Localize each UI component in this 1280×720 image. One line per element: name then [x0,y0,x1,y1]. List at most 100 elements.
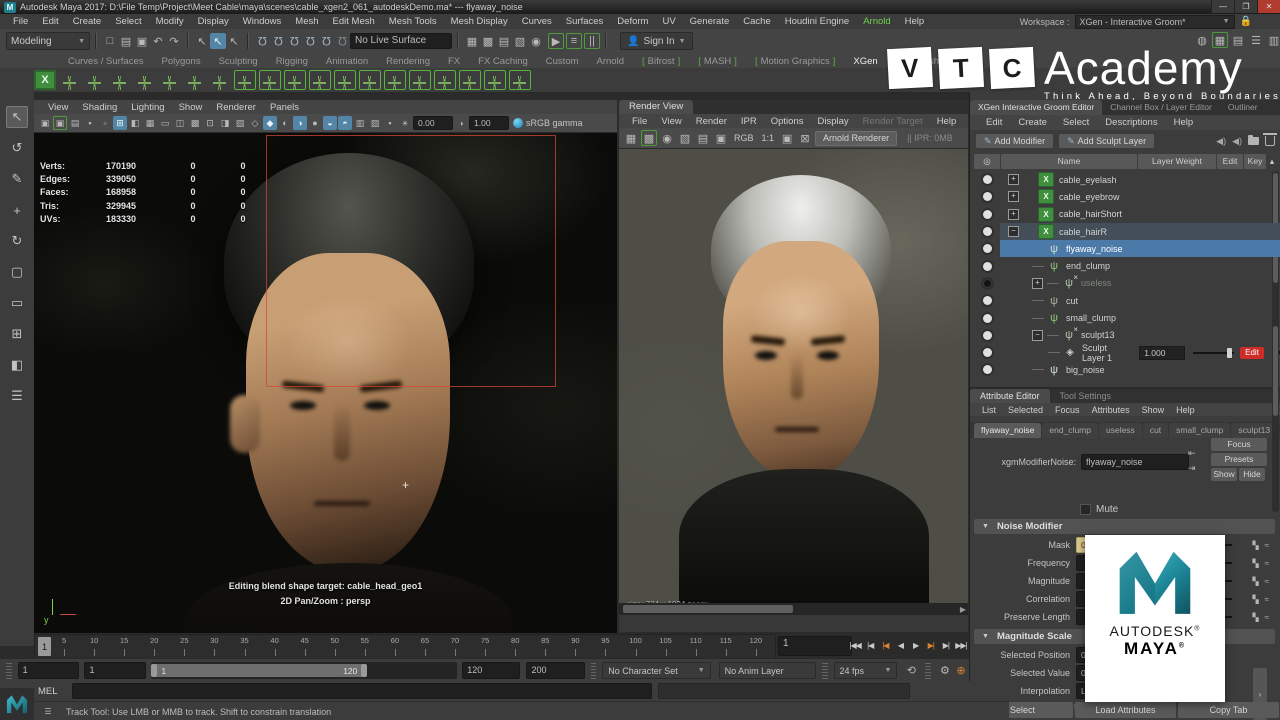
render-view-menu-item[interactable]: IPR [734,116,764,127]
pane-layout-icon[interactable]: ◧ [6,354,28,376]
shelf-tab[interactable]: Custom [538,55,587,68]
drag-handle[interactable] [591,663,597,679]
copy-tab-button[interactable]: Copy Tab [1178,702,1279,718]
outliner-layout-icon[interactable]: ☰ [6,385,28,407]
snap-to-projected-center-icon[interactable]: Ω [302,33,318,49]
time-slider[interactable]: 1 51015202530354045505560657075808590951… [34,634,776,659]
menu-item[interactable]: Display [191,16,236,27]
node-tab[interactable]: useless [1099,423,1142,438]
attribute-editor-tab[interactable]: Attribute Editor [970,389,1050,403]
menu-item[interactable]: Edit [35,16,65,27]
visibility-column-icon[interactable]: ◎ [974,154,1000,169]
xgen-tree-row[interactable]: big_noise [970,361,1280,378]
xgen-tree-row[interactable]: + cable_hairShort [970,206,1280,223]
title-bar[interactable]: M Autodesk Maya 2017: D:\File Temp\Proje… [0,0,1280,14]
viewport-menu-item[interactable]: Shading [76,102,123,113]
safe-title-icon[interactable]: ▧ [233,116,247,130]
snap-to-curve-icon[interactable]: Ω [270,33,286,49]
load-attributes-button[interactable]: Load Attributes [1075,702,1176,718]
film-gate-icon[interactable]: ▭ [158,116,172,130]
render-view-menu-item[interactable]: Display [811,116,856,127]
xray-icon[interactable]: ▨ [368,116,382,130]
drag-handle[interactable] [822,663,828,679]
render-view-scrollbar[interactable]: ▶ [619,603,968,615]
keyable-icon[interactable]: ≈ [1265,559,1269,568]
xgen-shelf-tool-icon[interactable] [409,70,431,90]
xgen-tree-row[interactable]: Sculpt Layer 1 1.000 Edit [970,344,1280,361]
keyable-icon[interactable]: ≈ [1265,613,1269,622]
xgen-shelf-tool-icon[interactable] [134,70,156,90]
range-slider[interactable]: 1120 [151,662,457,679]
hypershade-icon[interactable]: ◉ [528,33,544,49]
xgen-tree-row[interactable]: − cable_hairR [970,223,1280,240]
exposure-field[interactable]: 0.00 [413,116,453,130]
shelf-tab[interactable]: Animation [318,55,376,68]
render-view-menu-item[interactable]: View [654,116,688,127]
menu-item[interactable]: Create [66,16,109,27]
lock-camera-icon[interactable]: ▣ [53,116,67,130]
xgen-shelf-tool-icon[interactable] [484,70,506,90]
visibility-dot[interactable] [983,192,992,201]
snapshot-icon[interactable]: ◉ [659,130,675,146]
menu-set-dropdown[interactable]: Modeling▼ [6,32,90,50]
add-modifier-button[interactable]: ✎Add Modifier [976,134,1053,148]
viewport-menu-item[interactable]: Lighting [125,102,170,113]
close-button[interactable]: ✕ [1257,0,1280,13]
motion-blur-icon[interactable]: ◓ [338,116,352,130]
render-settings-icon[interactable]: ▤ [496,33,512,49]
expand-toggle[interactable]: + [1008,174,1019,185]
select-object-icon[interactable]: ↖ [194,33,210,49]
node-tab[interactable]: cut [1143,423,1168,438]
visibility-dot[interactable] [983,244,992,253]
node-name-field[interactable]: flyaway_noise [1081,454,1189,470]
open-scene-icon[interactable]: ▤ [118,33,134,49]
scroll-right-arrow[interactable]: ▶ [960,605,966,614]
map-button[interactable]: ▚ [1252,613,1258,622]
animation-end-field[interactable]: 200 [526,662,584,679]
drag-handle[interactable] [6,663,12,679]
menu-item[interactable]: UV [655,16,682,27]
layer-weight-column-header[interactable]: Layer Weight [1138,154,1216,169]
shelf-tab[interactable]: Curves / Surfaces [60,55,152,68]
xgen-menu-item[interactable]: Create [1010,117,1055,128]
menu-item[interactable]: Curves [515,16,559,27]
snap-to-grid-icon[interactable]: Ω [254,33,270,49]
range-slider-inner[interactable]: 1120 [153,664,365,677]
fps-dropdown[interactable]: 24 fps▼ [834,662,898,679]
visibility-dot[interactable] [983,331,992,340]
menu-item[interactable]: Mesh Tools [382,16,444,27]
move-tool-icon[interactable]: + [6,199,28,221]
shelf-tab[interactable]: MASH [690,55,745,68]
node-tab[interactable]: small_clump [1169,423,1230,438]
shelf-tab[interactable]: Polygons [154,55,209,68]
play-backwards-button[interactable]: ◀ [893,636,907,655]
viewport-menu-item[interactable]: View [42,102,74,113]
xgen-menu-item[interactable]: Select [1055,117,1097,128]
go-to-start-button[interactable]: |◀◀ [848,636,862,655]
minimize-button[interactable]: — [1211,0,1234,13]
lasso-select-tool-icon[interactable]: ↺ [6,137,28,159]
noise-modifier-section-header[interactable]: ▼ Noise Modifier [974,519,1275,534]
add-sculpt-layer-button[interactable]: ✎Add Sculpt Layer [1059,134,1154,148]
shaded-icon[interactable]: ◆ [263,116,277,130]
menu-item[interactable]: Windows [236,16,289,27]
attribute-editor-menu-item[interactable]: List [976,405,1002,415]
xgen-shelf-tool-icon[interactable] [434,70,456,90]
joints-xray-icon[interactable]: ▪ [383,116,397,130]
redo-render-icon[interactable]: ▦ [623,130,639,146]
xgen-shelf-tool-icon[interactable] [59,70,81,90]
shelf-tab[interactable]: Sculpting [211,55,266,68]
pause-icon[interactable]: || [584,33,600,49]
make-live-icon[interactable]: Ω [334,33,350,49]
menu-item[interactable]: Select [108,16,148,27]
ipr-render-icon[interactable]: ▩ [480,33,496,49]
grid-icon[interactable]: ▦ [143,116,157,130]
new-scene-icon[interactable]: □ [102,33,118,49]
safe-action-icon[interactable]: ◨ [218,116,232,130]
xgen-shelf-tool-icon[interactable] [234,70,256,90]
visibility-dot[interactable] [983,314,992,323]
workspace-dropdown[interactable]: XGen - Interactive Groom*▼ [1075,15,1235,29]
interactive-playback-icon[interactable]: ▶ [548,33,564,49]
visibility-dot[interactable] [983,279,992,288]
xgen-shelf-tool-icon[interactable] [84,70,106,90]
